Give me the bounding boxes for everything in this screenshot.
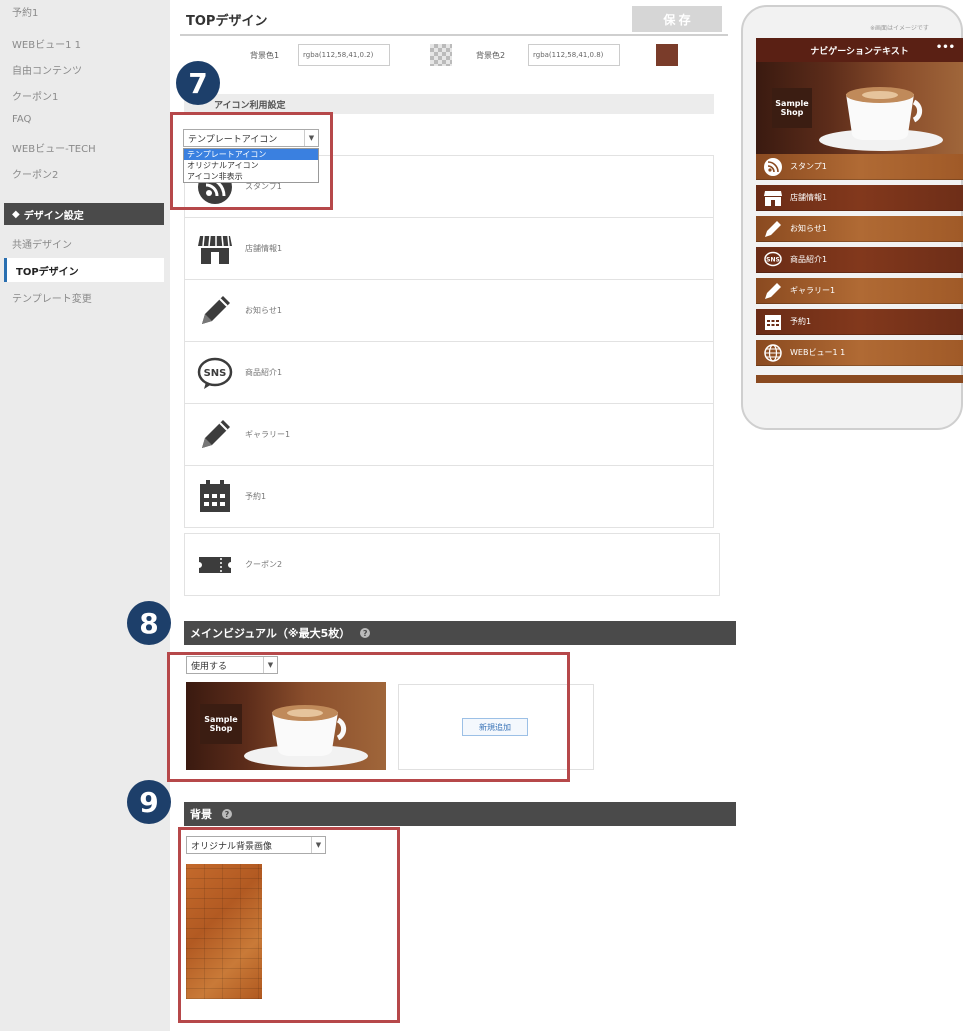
pencil-icon <box>195 415 235 455</box>
icon-label: クーポン2 <box>245 560 283 569</box>
sidebar-item-common-design[interactable]: 共通デザイン <box>12 236 72 251</box>
sns-icon: SNS <box>195 353 235 393</box>
phone-menu-label: WEBビュー1 1 <box>790 348 846 357</box>
more-icon: ••• <box>935 42 955 53</box>
calendar-icon <box>195 477 235 517</box>
phone-menu-item[interactable]: ギャラリー1 <box>756 278 963 304</box>
step-marker-7: 7 <box>176 61 220 105</box>
list-item[interactable]: お知らせ1 <box>184 279 714 342</box>
background-section-title: 背景 <box>190 808 212 821</box>
list-item[interactable]: ギャラリー1 <box>184 403 714 466</box>
sidebar-item-webview[interactable]: WEBビュー1 1 <box>12 36 81 51</box>
svg-text:SNS: SNS <box>766 256 780 263</box>
list-item[interactable]: SNS 商品紹介1 <box>184 341 714 404</box>
sns-icon: SNS <box>762 249 784 271</box>
list-item[interactable]: 予約1 <box>184 465 714 528</box>
phone-menu-item[interactable]: 予約1 <box>756 309 963 335</box>
sidebar-section-label: デザイン設定 <box>23 210 84 222</box>
sidebar-item-coupon1[interactable]: クーポン1 <box>12 88 58 103</box>
phone-nav-title: ナビゲーションテキスト <box>810 46 909 57</box>
sidebar-item-faq[interactable]: FAQ <box>12 114 31 125</box>
background-color-row: 背景色1 rgba(112,58,41,0.2) 背景色2 rgba(112,5… <box>180 40 728 70</box>
save-button[interactable]: 保 存 <box>632 6 722 32</box>
phone-hero-image: Sample Shop <box>756 62 963 154</box>
phone-menu-label: 予約1 <box>790 317 812 326</box>
ticket-icon <box>195 545 235 585</box>
pencil-icon <box>762 280 784 302</box>
shop-icon <box>762 187 784 209</box>
icon-type-options: テンプレートアイコン オリジナルアイコン アイコン非表示 <box>183 148 319 183</box>
highlight-box-9 <box>178 827 400 1023</box>
sidebar-item-top-design[interactable]: TOPデザイン <box>4 258 164 282</box>
list-item[interactable]: クーポン2 <box>184 533 720 596</box>
phone-menu-item[interactable]: SNS 商品紹介1 <box>756 247 963 273</box>
icon-settings-label: アイコン利用設定 <box>214 101 286 111</box>
calendar-icon <box>762 311 784 333</box>
bg-color1-swatch[interactable] <box>430 44 452 66</box>
sidebar-item-free-content[interactable]: 自由コンテンツ <box>12 62 82 77</box>
phone-menu-item[interactable]: 店舗情報1 <box>756 185 963 211</box>
step-marker-8: 8 <box>127 601 171 645</box>
phone-menu-label: 店舗情報1 <box>790 193 828 202</box>
sample-shop-badge: Sample Shop <box>772 88 812 128</box>
sidebar-item-webview-tech[interactable]: WEBビュー-TECH <box>12 140 96 155</box>
brush-icon: ◆ <box>12 208 20 220</box>
bg-color2-label: 背景色2 <box>476 51 506 60</box>
option-template-icon[interactable]: テンプレートアイコン <box>184 149 318 160</box>
main-visual-title: メインビジュアル（※最大5枚） <box>190 627 351 640</box>
bg-color1-label: 背景色1 <box>250 51 280 60</box>
phone-nav-header: ナビゲーションテキスト ••• <box>756 38 963 62</box>
help-icon[interactable]: ? <box>222 809 232 819</box>
option-hide-icon[interactable]: アイコン非表示 <box>184 171 318 182</box>
phone-menu-label: ギャラリー1 <box>790 286 836 295</box>
sidebar-item-coupon2[interactable]: クーポン2 <box>12 166 58 181</box>
background-section-header: 背景 ? <box>184 802 736 826</box>
rss-icon <box>762 156 784 178</box>
svg-text:SNS: SNS <box>204 368 227 379</box>
sidebar-item-reservation[interactable]: 予約1 <box>12 4 38 19</box>
phone-menu-item[interactable]: お知らせ1 <box>756 216 963 242</box>
option-original-icon[interactable]: オリジナルアイコン <box>184 160 318 171</box>
phone-list-bottom <box>756 375 963 383</box>
bg-color2-swatch[interactable] <box>656 44 678 66</box>
shop-icon <box>195 229 235 269</box>
phone-menu-item[interactable]: WEBビュー1 1 <box>756 340 963 366</box>
phone-menu-label: 商品紹介1 <box>790 255 828 264</box>
list-item[interactable]: 店舗情報1 <box>184 217 714 280</box>
icon-label: 店舗情報1 <box>245 244 283 253</box>
sidebar-section-design[interactable]: ◆ デザイン設定 <box>4 203 164 225</box>
page-title: TOPデザイン <box>186 14 268 29</box>
icon-label: 商品紹介1 <box>245 368 283 377</box>
highlight-box-8 <box>167 652 570 782</box>
icon-label: ギャラリー1 <box>245 430 291 439</box>
bg-color1-input[interactable]: rgba(112,58,41,0.2) <box>298 44 390 66</box>
main-visual-header: メインビジュアル（※最大5枚） ? <box>184 621 736 645</box>
pencil-icon <box>195 291 235 331</box>
sidebar-item-template-change[interactable]: テンプレート変更 <box>12 290 92 305</box>
icon-label: お知らせ1 <box>245 306 282 315</box>
help-icon[interactable]: ? <box>360 628 371 638</box>
icon-label: 予約1 <box>245 492 267 501</box>
sidebar: 予約1 WEBビュー1 1 自由コンテンツ クーポン1 FAQ WEBビュー-T… <box>0 0 170 1031</box>
bg-color2-input[interactable]: rgba(112,58,41,0.8) <box>528 44 620 66</box>
pencil-icon <box>762 218 784 240</box>
step-marker-9: 9 <box>127 780 171 824</box>
phone-note: ※画面はイメージです <box>870 25 929 32</box>
globe-icon <box>762 342 784 364</box>
phone-menu-label: スタンプ1 <box>790 162 827 171</box>
title-divider <box>180 34 728 36</box>
phone-menu-item[interactable]: スタンプ1 <box>756 154 963 180</box>
phone-menu-label: お知らせ1 <box>790 224 827 233</box>
